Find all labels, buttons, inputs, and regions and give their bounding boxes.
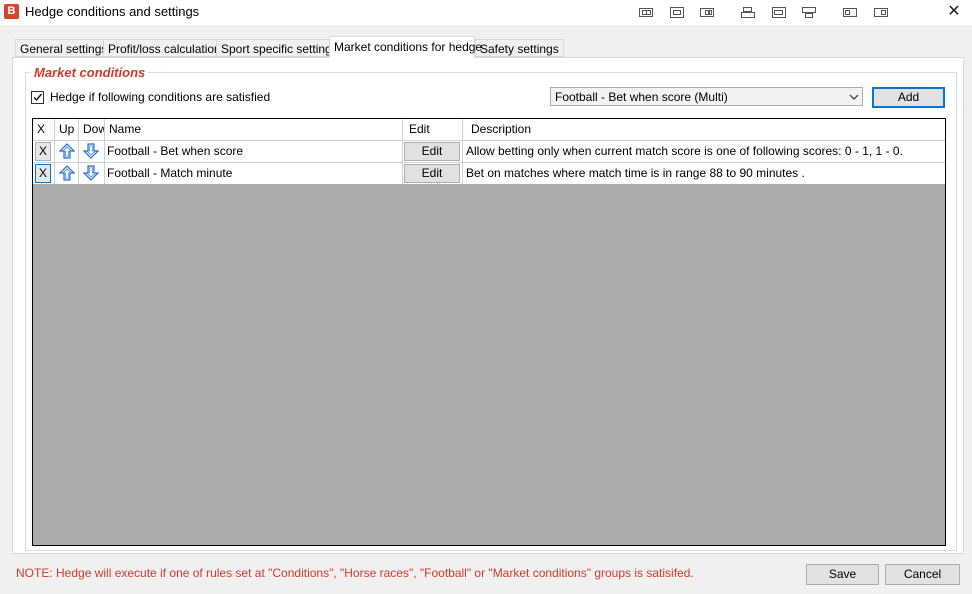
tab-profit-loss-calculation[interactable]: Profit/loss calculation <box>103 39 226 57</box>
edit-condition-button[interactable]: Edit <box>404 142 460 161</box>
arrow-up-icon[interactable] <box>59 143 75 159</box>
layout-bottom-icon[interactable] <box>802 7 816 18</box>
cancel-button[interactable]: Cancel <box>885 564 960 585</box>
hedge-conditions-checkbox[interactable] <box>31 91 44 104</box>
add-condition-button[interactable]: Add <box>872 87 945 108</box>
arrow-up-icon[interactable] <box>59 165 75 181</box>
layout-split-right-icon[interactable] <box>874 7 888 17</box>
layout-split-left-icon[interactable] <box>843 7 857 17</box>
grid-header: X Up Dow Name Edit Description <box>33 119 945 140</box>
window-title: Hedge conditions and settings <box>25 4 200 19</box>
edit-condition-button[interactable]: Edit <box>404 164 460 183</box>
hedge-conditions-checkbox-label[interactable]: Hedge if following conditions are satisf… <box>50 90 270 104</box>
chevron-down-icon <box>849 94 859 100</box>
layout-tile-left-icon[interactable] <box>639 7 653 17</box>
column-header-edit[interactable]: Edit <box>403 119 463 140</box>
footer-note: NOTE: Hedge will execute if one of rules… <box>16 566 694 580</box>
column-header-name[interactable]: Name <box>105 119 403 140</box>
tab-market-conditions-for-hedge[interactable]: Market conditions for hedge <box>329 36 482 58</box>
delete-row-button[interactable]: X <box>35 142 51 161</box>
checkmark-icon <box>33 93 43 102</box>
table-row[interactable]: X Football - Bet when score Edit Allow b… <box>33 140 945 162</box>
group-title: Market conditions <box>31 65 149 80</box>
arrow-down-icon[interactable] <box>83 143 99 159</box>
arrow-down-icon[interactable] <box>83 165 99 181</box>
column-header-up[interactable]: Up <box>55 119 79 140</box>
layout-center-icon[interactable] <box>670 7 684 18</box>
condition-description: Allow betting only when current match sc… <box>466 144 903 158</box>
tab-general-settings[interactable]: General settings <box>15 39 113 57</box>
title-bar: B Hedge conditions and settings ✕ <box>0 0 972 25</box>
condition-type-select-value: Football - Bet when score (Multi) <box>555 90 728 104</box>
condition-description: Bet on matches where match time is in ra… <box>466 166 805 180</box>
layout-tile-right-icon[interactable] <box>700 7 714 17</box>
save-button[interactable]: Save <box>806 564 879 585</box>
condition-type-select[interactable]: Football - Bet when score (Multi) <box>550 87 863 106</box>
app-logo-icon: B <box>4 4 19 19</box>
condition-name: Football - Bet when score <box>105 141 403 162</box>
conditions-grid: X Up Dow Name Edit Description X Footbal… <box>32 118 946 546</box>
tab-sport-specific-settings[interactable]: Sport specific settings <box>216 39 343 57</box>
tab-safety-settings[interactable]: Safety settings <box>475 39 564 57</box>
close-window-button[interactable]: ✕ <box>944 2 964 22</box>
table-row[interactable]: X Football - Match minute Edit Bet on ma… <box>33 162 945 184</box>
column-header-down[interactable]: Dow <box>79 119 105 140</box>
column-header-x[interactable]: X <box>33 119 55 140</box>
layout-top-icon[interactable] <box>741 7 755 18</box>
condition-name: Football - Match minute <box>105 163 403 184</box>
column-header-description[interactable]: Description <box>463 119 945 140</box>
delete-row-button[interactable]: X <box>35 164 51 183</box>
layout-middle-icon[interactable] <box>772 7 786 18</box>
